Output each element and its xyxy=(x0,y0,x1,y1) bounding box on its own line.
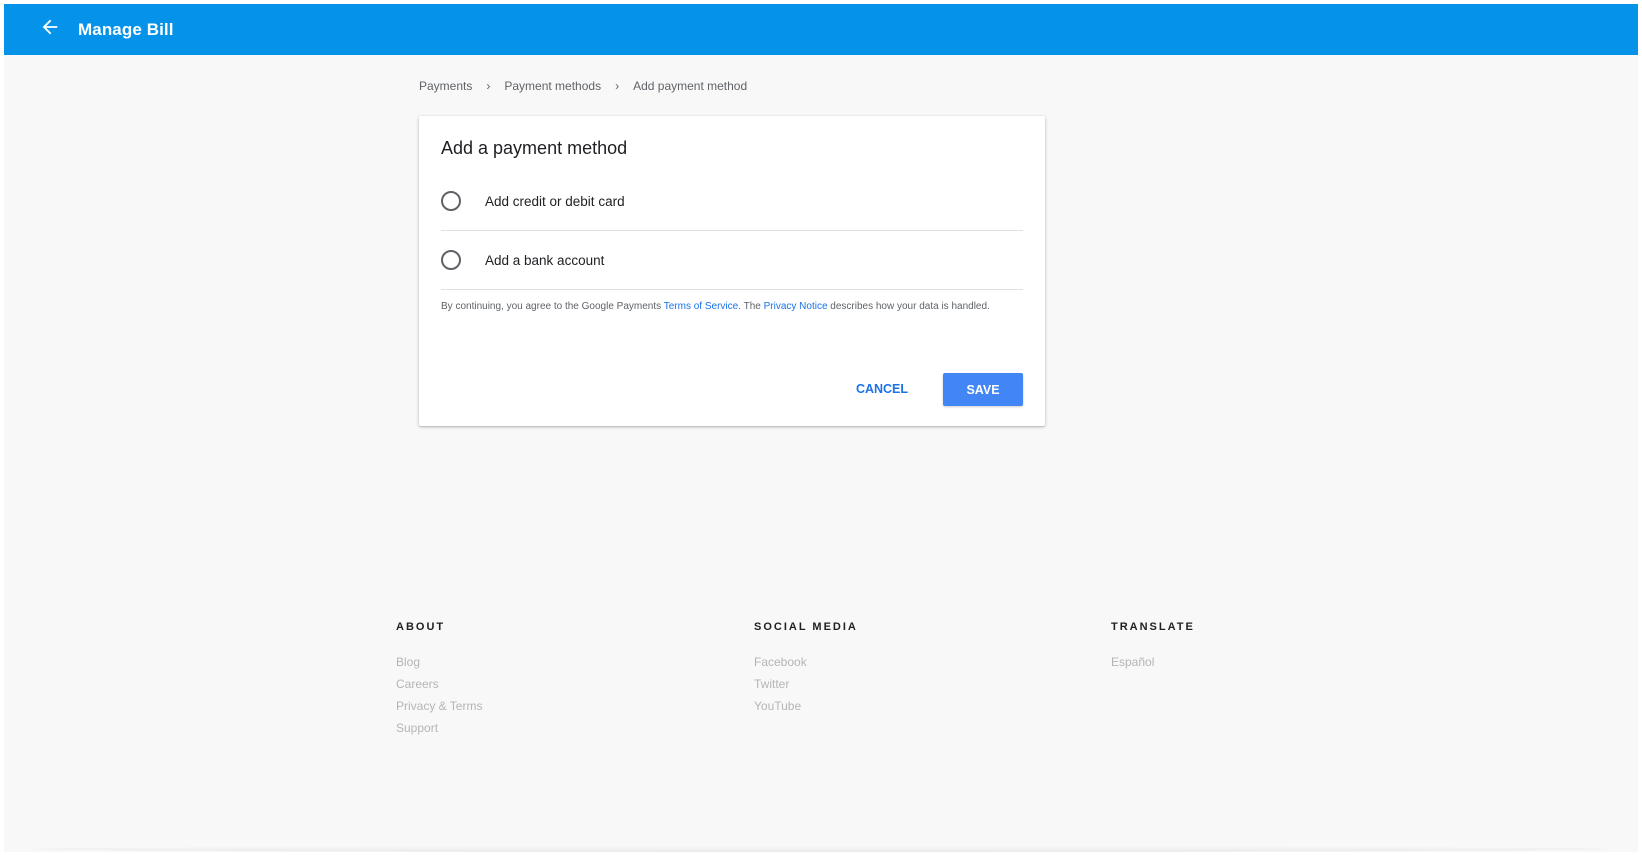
terms-of-service-link[interactable]: Terms of Service xyxy=(664,301,738,312)
legal-middle: . The xyxy=(738,301,764,312)
footer-link-twitter[interactable]: Twitter xyxy=(754,673,858,695)
breadcrumb-payments[interactable]: Payments xyxy=(419,79,472,93)
legal-suffix: describes how your data is handled. xyxy=(827,301,990,312)
footer-link-facebook[interactable]: Facebook xyxy=(754,651,858,673)
footer-link-support[interactable]: Support xyxy=(396,717,482,739)
legal-notice: By continuing, you agree to the Google P… xyxy=(441,299,1011,315)
page-frame: Manage Bill Payments › Payment methods ›… xyxy=(4,4,1638,852)
breadcrumb-add-payment-method: Add payment method xyxy=(633,79,748,93)
back-button[interactable] xyxy=(36,16,64,44)
footer-heading: SOCIAL MEDIA xyxy=(754,621,858,633)
arrow-left-icon xyxy=(39,16,61,43)
radio-button[interactable] xyxy=(441,250,461,270)
cancel-button[interactable]: CANCEL xyxy=(854,373,910,405)
breadcrumb-separator: › xyxy=(615,79,620,93)
option-credit-card[interactable]: Add credit or debit card xyxy=(441,172,1023,231)
privacy-notice-link[interactable]: Privacy Notice xyxy=(764,301,828,312)
legal-prefix: By continuing, you agree to the Google P… xyxy=(441,301,664,312)
footer-link-privacy-terms[interactable]: Privacy & Terms xyxy=(396,695,482,717)
app-title: Manage Bill xyxy=(78,19,174,39)
footer-about: ABOUT Blog Careers Privacy & Terms Suppo… xyxy=(396,621,482,739)
footer-heading: ABOUT xyxy=(396,621,446,633)
radio-button[interactable] xyxy=(441,191,461,211)
app-bar: Manage Bill xyxy=(4,4,1638,55)
footer-link-youtube[interactable]: YouTube xyxy=(754,695,858,717)
option-label: Add a bank account xyxy=(485,252,605,268)
footer-link-careers[interactable]: Careers xyxy=(396,673,482,695)
footer-heading: TRANSLATE xyxy=(1111,621,1195,633)
card-title: Add a payment method xyxy=(441,138,628,158)
save-button[interactable]: SAVE xyxy=(943,373,1023,406)
option-bank-account[interactable]: Add a bank account xyxy=(441,231,1023,290)
breadcrumb-payment-methods[interactable]: Payment methods xyxy=(504,79,601,93)
breadcrumb: Payments › Payment methods › Add payment… xyxy=(419,79,747,93)
bottom-shadow xyxy=(34,846,1608,852)
add-payment-card: Add a payment method Add credit or debit… xyxy=(419,116,1045,426)
option-label: Add credit or debit card xyxy=(485,193,625,209)
footer-social: SOCIAL MEDIA Facebook Twitter YouTube xyxy=(754,621,858,717)
footer-translate: TRANSLATE Español xyxy=(1111,621,1195,673)
footer-link-espanol[interactable]: Español xyxy=(1111,651,1195,673)
breadcrumb-separator: › xyxy=(486,79,491,93)
footer-link-blog[interactable]: Blog xyxy=(396,651,482,673)
